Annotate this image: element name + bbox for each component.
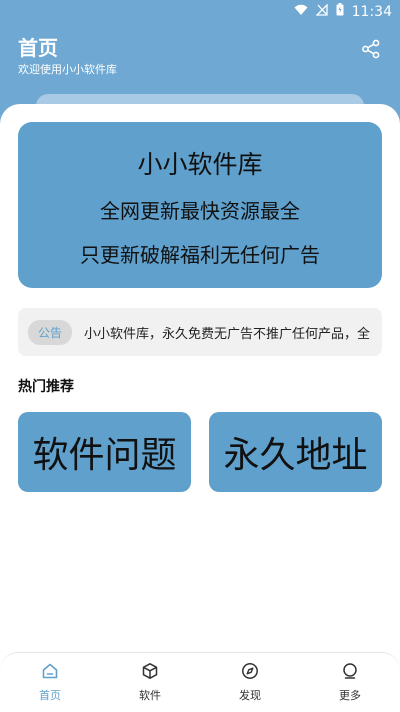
recommend-tile-software-issues[interactable]: 软件问题 <box>18 412 191 492</box>
share-button[interactable] <box>360 39 382 63</box>
nav-item-software[interactable]: 软件 <box>100 653 200 712</box>
nav-label: 软件 <box>139 689 161 702</box>
nav-item-more[interactable]: 更多 <box>300 653 400 712</box>
bottom-navigation: 首页 软件 发现 更多 <box>0 652 400 712</box>
status-bar: 11:34 <box>0 0 400 24</box>
status-time: 11:34 <box>351 3 392 20</box>
person-icon <box>341 662 359 683</box>
nav-item-discover[interactable]: 发现 <box>200 653 300 712</box>
nav-label: 更多 <box>339 689 361 702</box>
home-icon <box>41 662 59 683</box>
cube-icon <box>141 662 159 683</box>
status-icons: 11:34 <box>294 2 392 20</box>
banner-line-2: 只更新破解福利无任何广告 <box>80 243 320 267</box>
notice-bar[interactable]: 公告 小小软件库，永久免费无广告不推广任何产品，全 <box>18 308 382 356</box>
recommend-tile-label: 永久地址 <box>223 435 368 476</box>
banner-line-1: 全网更新最快资源最全 <box>100 199 300 223</box>
recommend-tile-permanent-address[interactable]: 永久地址 <box>209 412 382 492</box>
banner-card[interactable]: 小小软件库 全网更新最快资源最全 只更新破解福利无任何广告 <box>18 122 382 288</box>
banner-title: 小小软件库 <box>137 150 263 179</box>
share-icon <box>361 39 381 63</box>
compass-icon <box>241 662 259 683</box>
section-title-hot: 热门推荐 <box>18 379 74 395</box>
battery-icon <box>336 3 344 20</box>
recommend-tile-label: 软件问题 <box>32 435 177 476</box>
notice-text: 小小软件库，永久免费无广告不推广任何产品，全 <box>84 326 371 342</box>
nav-label: 发现 <box>239 689 261 702</box>
notice-badge: 公告 <box>28 319 73 345</box>
page-subtitle: 欢迎使用小小软件库 <box>18 63 117 76</box>
page-title: 首页 <box>18 36 58 60</box>
nav-label: 首页 <box>39 689 61 702</box>
nav-item-home[interactable]: 首页 <box>0 653 100 712</box>
wifi-icon <box>294 4 308 20</box>
no-signal-icon <box>315 2 328 20</box>
